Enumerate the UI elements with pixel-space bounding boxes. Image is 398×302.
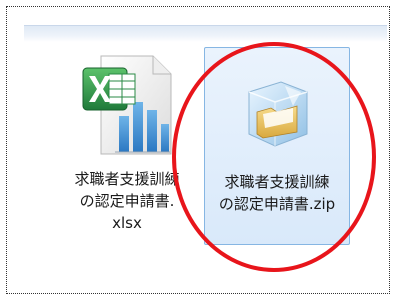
file-item-xlsx[interactable]: 求職者支援訓練 の認定申請書. xlsx (56, 50, 198, 240)
file-name-label: 求職者支援訓練 の認定申請書. xlsx (74, 170, 180, 232)
excel-file-icon (79, 54, 175, 162)
explorer-header-strip (24, 25, 387, 42)
file-item-zip[interactable]: 求職者支援訓練 の認定申請書.zip (204, 47, 350, 245)
file-name-label: 求職者支援訓練 の認定申請書.zip (218, 173, 336, 213)
zip-folder-icon (235, 72, 319, 160)
